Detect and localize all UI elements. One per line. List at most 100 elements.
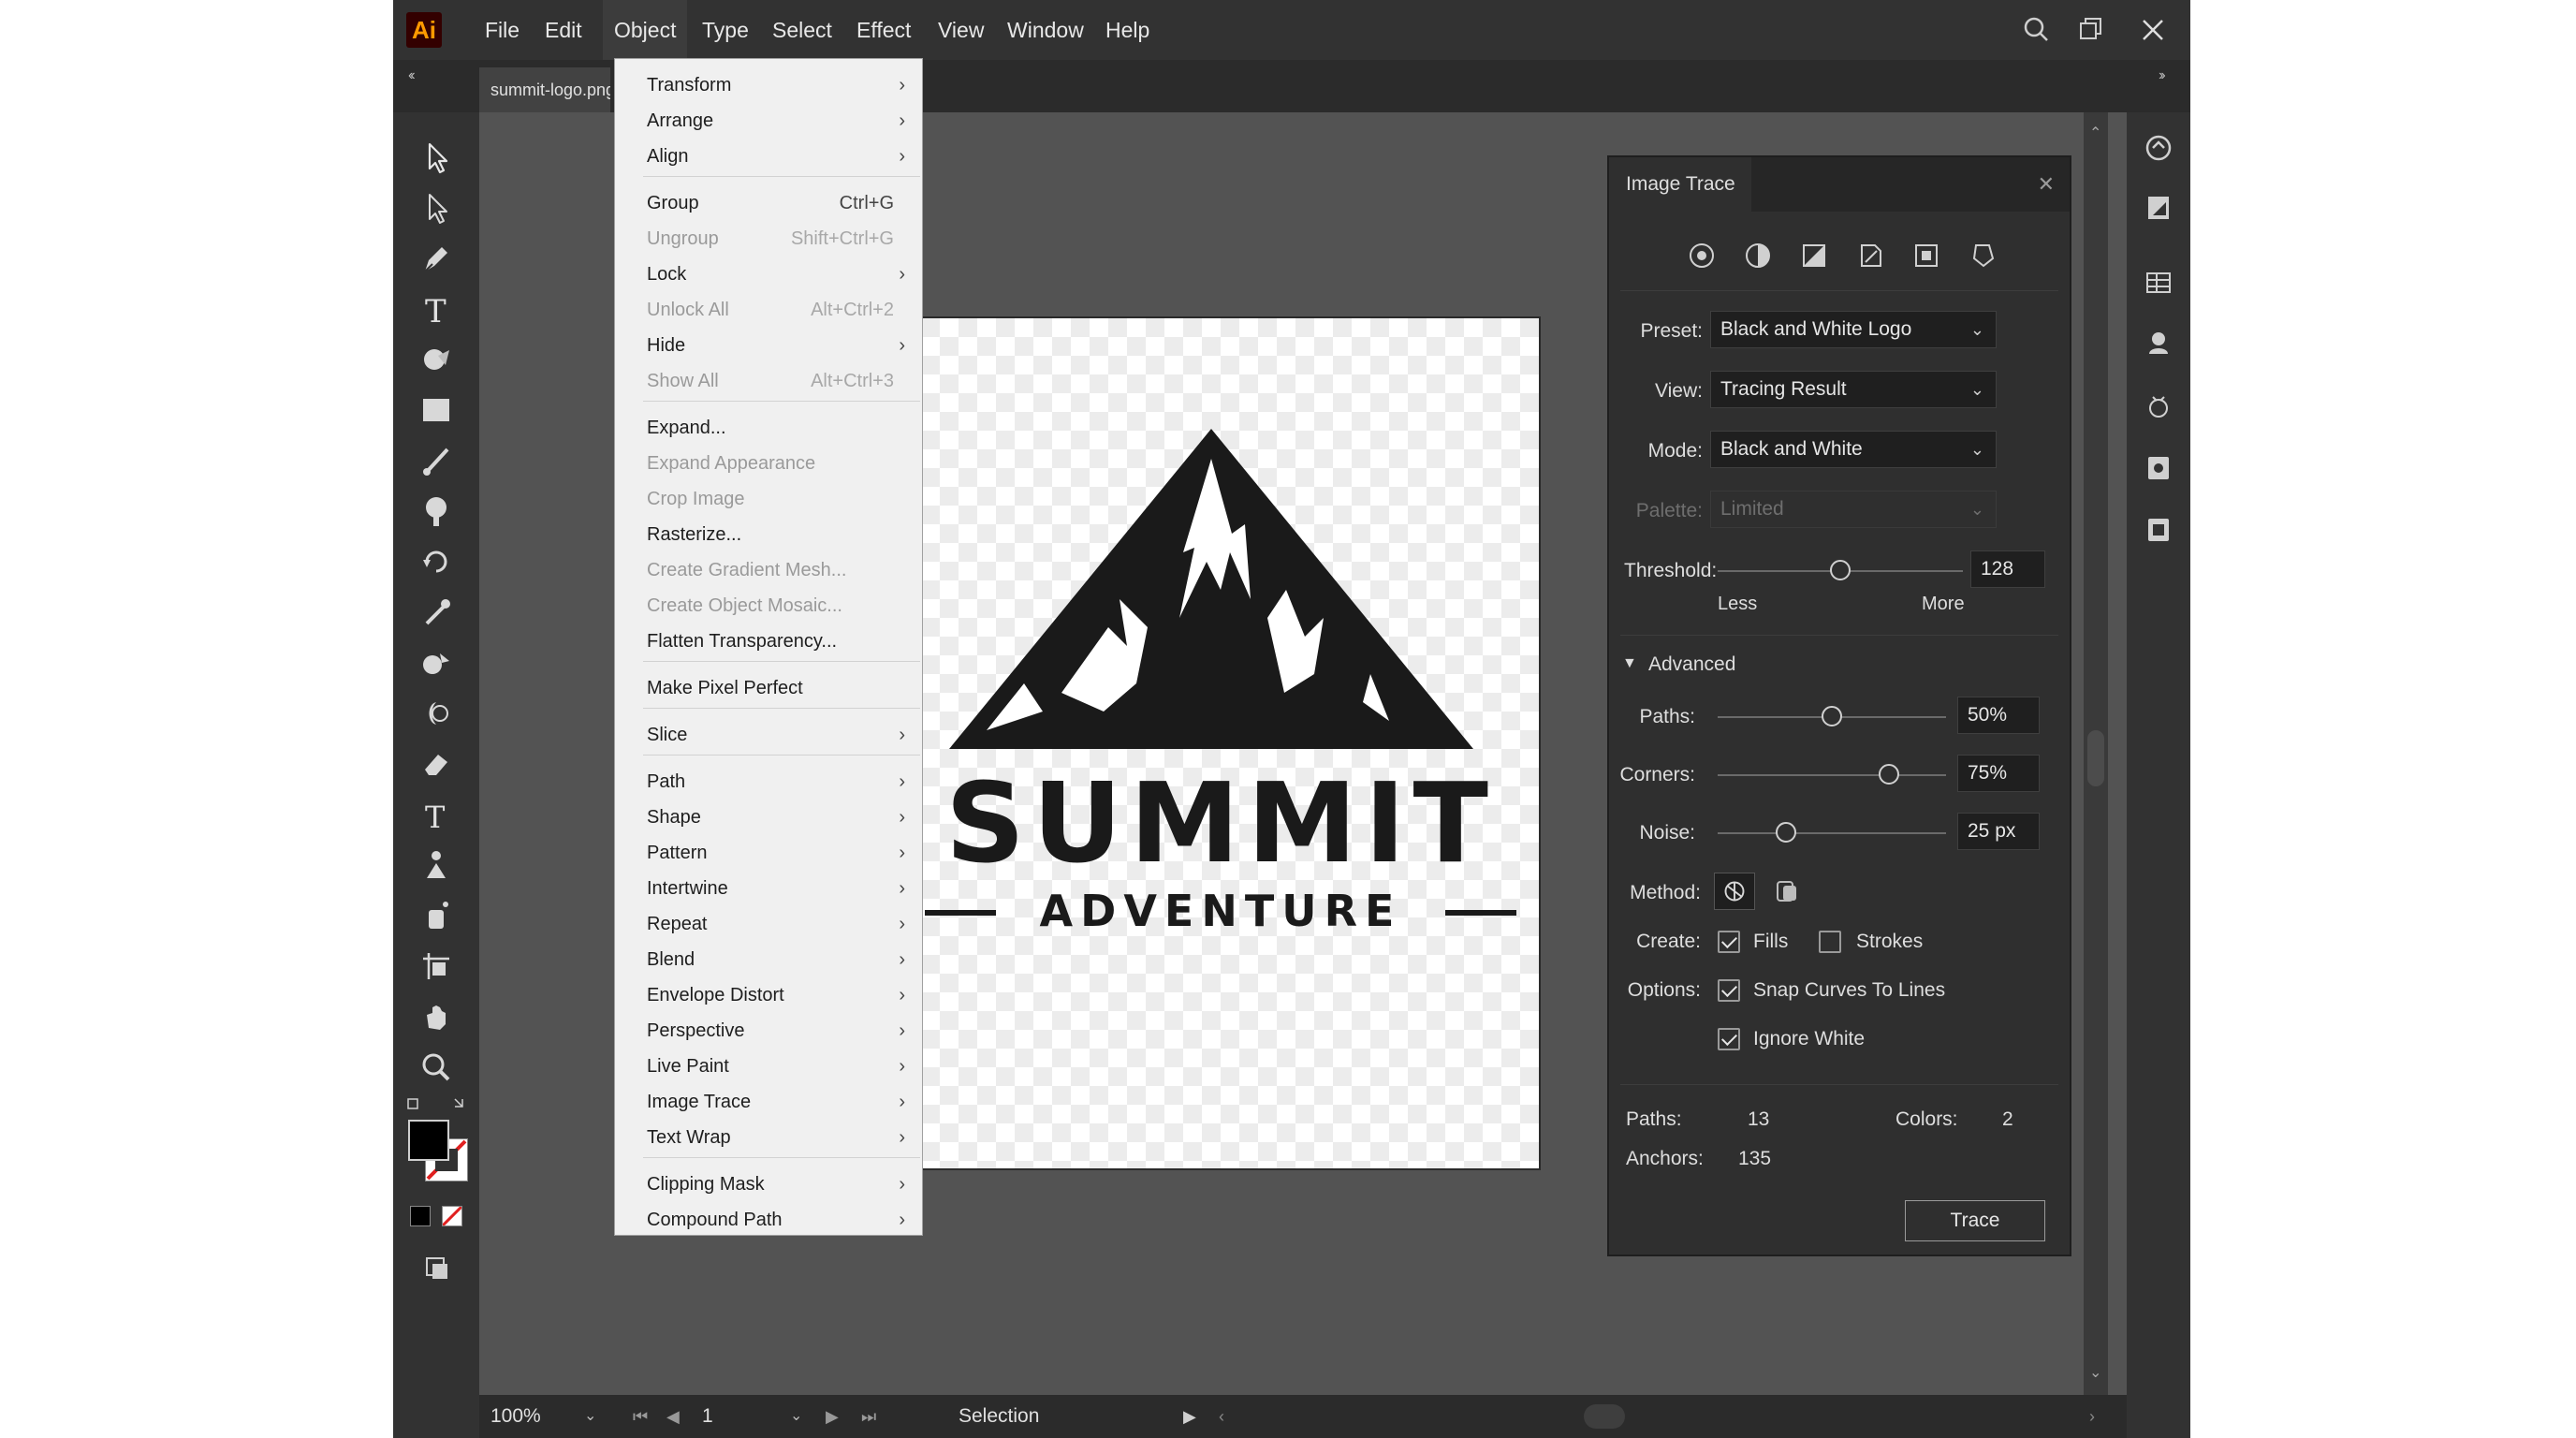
menu-item-expand[interactable]: Expand... [615, 411, 922, 445]
menu-item-make-pixel-perfect[interactable]: Make Pixel Perfect [615, 671, 922, 705]
threshold-value[interactable]: 128 [1970, 550, 2045, 588]
first-artboard-icon[interactable]: ⏮ [633, 1395, 648, 1438]
type-tool-icon[interactable]: T [414, 286, 459, 331]
properties-panel-icon[interactable] [2138, 187, 2179, 228]
threshold-slider-knob[interactable] [1830, 560, 1851, 580]
close-window-icon[interactable] [2132, 9, 2174, 51]
menu-item-envelope-distort[interactable]: Envelope Distort › [615, 978, 922, 1012]
paintbrush-tool-icon[interactable] [414, 438, 459, 483]
grayscale-preset-icon[interactable] [1854, 240, 1886, 271]
menu-view[interactable]: View [927, 0, 995, 60]
status-menu-arrow-icon[interactable]: ▶ [1183, 1395, 1196, 1438]
expand-dock-icon[interactable]: ›› [2159, 67, 2165, 84]
eraser-tool-icon[interactable] [414, 741, 459, 786]
symbol-sprayer-icon[interactable] [414, 893, 459, 938]
image-trace-tab[interactable]: Image Trace [1609, 157, 1751, 212]
high-color-preset-icon[interactable] [1742, 240, 1774, 271]
menu-type[interactable]: Type [691, 0, 760, 60]
shape-builder-icon[interactable] [414, 337, 459, 382]
search-icon[interactable] [2016, 9, 2057, 51]
menu-item-group[interactable]: Group Ctrl+G [615, 186, 922, 220]
image-trace-panel-icon[interactable] [2138, 127, 2179, 169]
corners-slider-track[interactable] [1718, 774, 1946, 776]
artboard-number[interactable]: 1 [702, 1395, 713, 1438]
menu-item-lock[interactable]: Lock › [615, 257, 922, 291]
panel-collapse-icon[interactable]: ✕ [2038, 172, 2055, 197]
advanced-toggle-icon[interactable]: ▼ [1622, 655, 1637, 672]
rectangle-tool-icon[interactable] [414, 388, 459, 433]
menu-item-live-paint[interactable]: Live Paint › [615, 1049, 922, 1083]
menu-item-arrange[interactable]: Arrange › [615, 104, 922, 138]
artboard[interactable]: SUMMIT ADVENTURE [900, 316, 1541, 1170]
eyedropper-tool-icon[interactable] [414, 590, 459, 635]
menu-item-transform[interactable]: Transform › [615, 68, 922, 102]
next-artboard-icon[interactable]: ▶ [826, 1395, 839, 1438]
document-tab[interactable]: summit-logo.png* [479, 67, 610, 112]
overlapping-method-icon[interactable] [1768, 873, 1806, 910]
asset-export-panel-icon[interactable] [2138, 448, 2179, 489]
auto-color-preset-icon[interactable] [1686, 240, 1718, 271]
strokes-checkbox[interactable] [1819, 931, 1841, 953]
scroll-up-icon[interactable]: ⌃ [2089, 124, 2101, 142]
scroll-left-icon[interactable]: ‹ [1219, 1395, 1224, 1438]
menu-item-blend[interactable]: Blend › [615, 943, 922, 976]
artboard-tool-icon[interactable] [414, 944, 459, 989]
menu-item-clipping-mask[interactable]: Clipping Mask › [615, 1167, 922, 1201]
noise-slider-track[interactable] [1718, 832, 1946, 834]
appearance-panel-icon[interactable] [2138, 386, 2179, 427]
menu-window[interactable]: Window [996, 0, 1095, 60]
noise-value[interactable]: 25 px [1957, 813, 2040, 850]
scroll-right-icon[interactable]: › [2089, 1395, 2095, 1438]
default-colors-icon[interactable] [406, 1095, 468, 1114]
previous-artboard-icon[interactable]: ◀ [666, 1395, 680, 1438]
menu-item-compound-path[interactable]: Compound Path › [615, 1203, 922, 1237]
menu-item-repeat[interactable]: Repeat › [615, 907, 922, 941]
menu-item-slice[interactable]: Slice › [615, 718, 922, 752]
scroll-down-icon[interactable]: ⌄ [2089, 1363, 2101, 1382]
layers-panel-icon[interactable] [2138, 262, 2179, 303]
symbols-panel-icon[interactable] [2138, 509, 2179, 550]
menu-item-hide[interactable]: Hide › [615, 329, 922, 362]
black-and-white-preset-icon[interactable] [1910, 240, 1942, 271]
pen-tool-icon[interactable] [414, 236, 459, 281]
none-mode-icon[interactable] [441, 1205, 463, 1227]
menu-item-text-wrap[interactable]: Text Wrap › [615, 1121, 922, 1154]
menu-file[interactable]: File [474, 0, 531, 60]
paths-value[interactable]: 50% [1957, 697, 2040, 734]
menu-object[interactable]: Object [603, 0, 688, 60]
menu-edit[interactable]: Edit [534, 0, 593, 60]
paths-slider-knob[interactable] [1822, 706, 1842, 726]
vertical-scrollbar[interactable]: ⌃ ⌄ [2084, 112, 2108, 1395]
low-color-preset-icon[interactable] [1798, 240, 1830, 271]
color-mode-icon[interactable] [410, 1206, 431, 1226]
menu-item-path[interactable]: Path › [615, 765, 922, 799]
zoom-tool-icon[interactable] [414, 1045, 459, 1090]
menu-item-image-trace[interactable]: Image Trace › [615, 1085, 922, 1119]
menu-item-align[interactable]: Align › [615, 139, 922, 173]
snap-curves-checkbox[interactable] [1718, 979, 1740, 1002]
restore-window-icon[interactable] [2071, 9, 2112, 51]
abutting-method-icon[interactable] [1714, 873, 1755, 910]
advanced-label[interactable]: Advanced [1648, 653, 1735, 676]
warp-tool-icon[interactable] [414, 691, 459, 736]
zoom-level[interactable]: 100% [490, 1395, 541, 1438]
corners-slider-knob[interactable] [1879, 764, 1899, 785]
artboard-dropdown-icon[interactable]: ⌄ [790, 1395, 802, 1438]
hand-tool-icon[interactable] [414, 994, 459, 1039]
direct-selection-tool-icon[interactable] [414, 185, 459, 230]
fills-checkbox[interactable] [1718, 931, 1740, 953]
mode-dropdown[interactable]: Black and White ⌄ [1710, 431, 1997, 468]
menu-item-intertwine[interactable]: Intertwine › [615, 872, 922, 905]
scroll-thumb[interactable] [2087, 730, 2104, 786]
selection-tool-icon[interactable] [414, 135, 459, 180]
menu-item-shape[interactable]: Shape › [615, 800, 922, 834]
ignore-white-checkbox[interactable] [1718, 1028, 1740, 1050]
rotate-tool-icon[interactable] [414, 539, 459, 584]
outline-preset-icon[interactable] [1967, 240, 1998, 271]
blob-brush-icon[interactable] [414, 489, 459, 534]
collapse-tools-icon[interactable]: ‹‹ [408, 67, 415, 84]
menu-item-rasterize[interactable]: Rasterize... [615, 518, 922, 551]
menu-item-flatten-transparency[interactable]: Flatten Transparency... [615, 624, 922, 658]
noise-slider-knob[interactable] [1776, 822, 1797, 843]
menu-effect[interactable]: Effect [845, 0, 922, 60]
